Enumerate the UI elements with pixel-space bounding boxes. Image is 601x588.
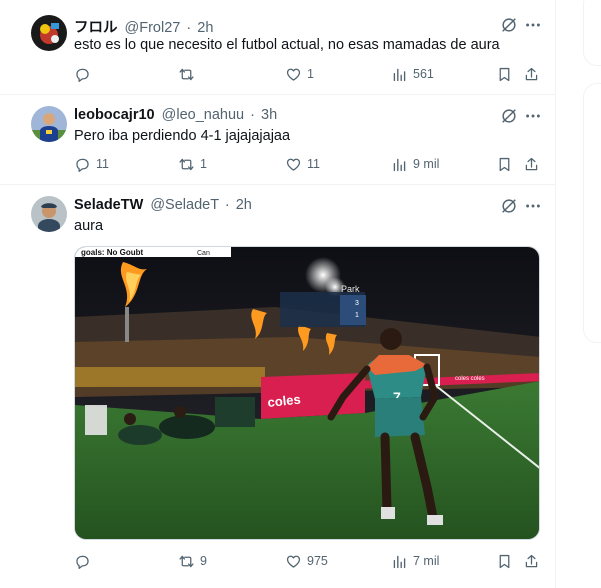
repost-icon (179, 555, 194, 567)
views-count: 7 mil (413, 554, 440, 568)
bookmark-icon (499, 67, 510, 81)
ad-board-text-right: coles coles (455, 376, 485, 382)
reply-icon (76, 555, 89, 569)
repost-button[interactable] (178, 64, 200, 84)
display-name[interactable]: SeladeTW (74, 197, 143, 213)
views-icon (393, 555, 406, 568)
bookmark-icon (499, 554, 510, 568)
repost-button[interactable]: 9 (178, 551, 207, 571)
repost-icon (179, 68, 194, 80)
video-caption-top: goals: No Goubt (81, 248, 144, 257)
reply-button[interactable] (74, 64, 96, 84)
tweet-video[interactable]: Park 3 1 coles coles coles 7 goals: No G… (74, 246, 540, 540)
video-tag: Can (197, 250, 210, 257)
more-icon[interactable] (524, 16, 542, 34)
views-count: 9 mil (413, 157, 440, 171)
more-icon[interactable] (524, 107, 542, 125)
share-button[interactable] (523, 551, 540, 571)
avatar[interactable] (31, 196, 67, 232)
views-icon (393, 68, 406, 81)
right-sidebar (583, 0, 601, 588)
share-button[interactable] (523, 64, 540, 84)
display-name[interactable]: フロル (74, 20, 118, 36)
reply-count: 11 (96, 157, 109, 171)
avatar-image (31, 196, 67, 232)
timeline: フロル @Frol27 · 2h esto es lo que necesito… (0, 0, 556, 588)
repost-icon (179, 158, 194, 170)
sidebar-card (583, 83, 601, 343)
views-button[interactable]: 561 (391, 64, 434, 84)
tweet[interactable]: フロル @Frol27 · 2h esto es lo que necesito… (0, 0, 556, 95)
share-icon (525, 554, 538, 567)
action-bar: 11 1 11 9 mil (74, 154, 540, 174)
sidebar-card (583, 0, 601, 66)
like-count: 11 (307, 157, 320, 171)
views-icon (393, 158, 406, 171)
tweet-header: SeladeTW @SeladeT · 2h (74, 197, 252, 213)
more-icon[interactable] (524, 197, 542, 215)
like-button[interactable]: 11 (285, 154, 320, 174)
tweet-header: leobocajr10 @leo_nahuu · 3h (74, 107, 277, 123)
reply-icon (76, 68, 89, 82)
avatar[interactable] (31, 15, 67, 51)
avatar[interactable] (31, 106, 67, 142)
action-bar: 1 561 (74, 64, 540, 84)
tweet-header: フロル @Frol27 · 2h (74, 16, 213, 37)
views-button[interactable]: 9 mil (391, 154, 439, 174)
score-b: 1 (355, 312, 359, 319)
bookmark-button[interactable] (496, 154, 513, 174)
separator-dot: · (186, 20, 192, 36)
share-icon (525, 157, 538, 170)
separator-dot: · (224, 197, 230, 213)
like-button[interactable]: 1 (285, 64, 314, 84)
views-button[interactable]: 7 mil (391, 551, 439, 571)
repost-button[interactable]: 1 (178, 154, 207, 174)
grok-icon[interactable] (500, 107, 518, 125)
user-handle[interactable]: @leo_nahuu (162, 107, 244, 123)
timestamp[interactable]: 2h (197, 20, 213, 36)
timestamp[interactable]: 2h (236, 197, 252, 213)
tweet[interactable]: leobocajr10 @leo_nahuu · 3h Pero iba per… (0, 95, 556, 185)
grok-icon[interactable] (500, 16, 518, 34)
bookmark-icon (499, 157, 510, 171)
share-icon (525, 67, 538, 80)
display-name[interactable]: leobocajr10 (74, 107, 155, 123)
heart-icon (286, 68, 301, 81)
heart-icon (286, 555, 301, 568)
tweet-text: esto es lo que necesito el futbol actual… (74, 37, 500, 53)
like-button[interactable]: 975 (285, 551, 328, 571)
repost-count: 1 (200, 157, 207, 171)
bookmark-button[interactable] (496, 551, 513, 571)
score-a: 3 (355, 300, 359, 307)
like-count: 1 (307, 67, 314, 81)
timestamp[interactable]: 3h (261, 107, 277, 123)
views-count: 561 (413, 67, 434, 81)
user-handle[interactable]: @SeladeT (150, 197, 218, 213)
action-bar: 9 975 7 mil (74, 551, 540, 571)
reply-button[interactable]: 11 (74, 154, 109, 174)
repost-count: 9 (200, 554, 207, 568)
tweet-text: Pero iba perdiendo 4-1 jajajajajaa (74, 128, 291, 144)
tweet-text: aura (74, 218, 104, 234)
avatar-image (31, 106, 67, 142)
video-frame: Park 3 1 coles coles coles 7 goals: No G… (75, 247, 539, 539)
user-handle[interactable]: @Frol27 (125, 20, 181, 36)
scoreboard-name: Park (341, 284, 360, 294)
bookmark-button[interactable] (496, 64, 513, 84)
separator-dot: · (250, 107, 255, 123)
heart-icon (286, 158, 301, 171)
like-count: 975 (307, 554, 328, 568)
reply-button[interactable] (74, 551, 96, 571)
share-button[interactable] (523, 154, 540, 174)
reply-icon (76, 158, 89, 172)
grok-icon[interactable] (500, 197, 518, 215)
avatar-image (31, 15, 67, 51)
tweet[interactable]: SeladeTW @SeladeT · 2h aura Park 3 1 col… (0, 185, 556, 588)
